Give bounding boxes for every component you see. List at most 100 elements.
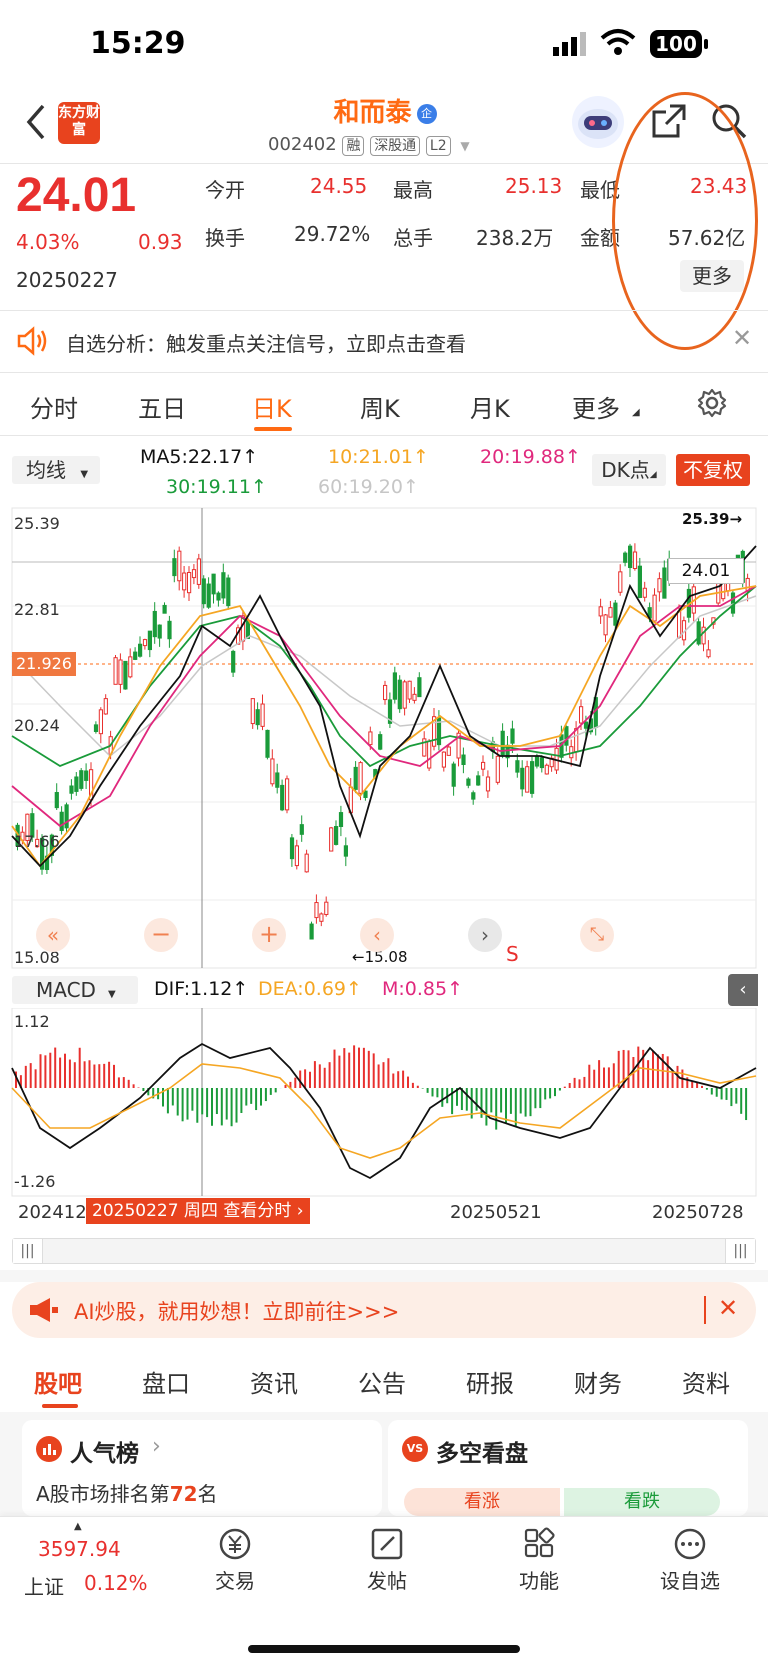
chart-bar-icon bbox=[36, 1436, 62, 1462]
stock-code: 002402 bbox=[268, 134, 337, 155]
candle-body bbox=[324, 901, 329, 916]
post-button[interactable]: 发帖 bbox=[352, 1525, 422, 1594]
index-value[interactable]: 3597.94 bbox=[38, 1537, 121, 1561]
bullish-button[interactable]: 看涨 bbox=[404, 1488, 560, 1516]
scroll-right-button[interactable]: › bbox=[468, 918, 502, 952]
tab-daily-k[interactable]: 日K bbox=[252, 389, 292, 424]
zoom-out-button[interactable]: − bbox=[144, 918, 178, 952]
collapse-panel-button[interactable]: ‹ bbox=[728, 974, 758, 1006]
battery-icon: 100 bbox=[650, 30, 710, 58]
ma30-value: 30:19.11↑ bbox=[166, 476, 267, 498]
index-change: 0.12% bbox=[84, 1571, 148, 1595]
macd-select[interactable]: MACD ▼ bbox=[12, 976, 138, 1004]
content-tab-underline bbox=[42, 1404, 78, 1408]
ma-select[interactable]: 均线 ▼ bbox=[12, 456, 100, 484]
more-caret-icon: ◢ bbox=[632, 407, 640, 418]
caret-down-icon[interactable]: ▼ bbox=[460, 139, 469, 153]
candle-body bbox=[534, 755, 540, 767]
candle-body bbox=[59, 811, 64, 831]
tab-forum[interactable]: 股吧 bbox=[34, 1364, 82, 1399]
candle-body bbox=[583, 721, 589, 729]
sell-signal: S bbox=[506, 942, 519, 966]
tab-finance[interactable]: 财务 bbox=[574, 1364, 622, 1399]
candle-body bbox=[138, 643, 143, 657]
candle-body bbox=[167, 620, 172, 640]
fq-button[interactable]: 不复权 bbox=[676, 454, 750, 486]
period-tabs: 分时 五日 日K 周K 月K 更多 ◢ bbox=[0, 373, 768, 433]
trade-button[interactable]: 交易 bbox=[200, 1525, 270, 1594]
candle-body bbox=[84, 770, 89, 781]
scroll-to-start-button[interactable]: « bbox=[36, 918, 70, 952]
candle-body bbox=[152, 610, 157, 638]
candle-body bbox=[123, 660, 128, 690]
tab-profile[interactable]: 资料 bbox=[682, 1364, 730, 1399]
candle-body bbox=[93, 724, 99, 732]
y-label-top: 25.39 bbox=[14, 514, 60, 533]
stock-title[interactable]: 和而泰 企 bbox=[260, 92, 510, 129]
candle-body bbox=[64, 804, 69, 829]
ad-banner[interactable]: AI炒股，就用妙想！立即前往>>> ✕ bbox=[12, 1282, 756, 1338]
features-button[interactable]: 功能 bbox=[504, 1525, 574, 1594]
tab-research[interactable]: 研报 bbox=[466, 1364, 514, 1399]
candle-body bbox=[481, 761, 486, 770]
bearish-button[interactable]: 看跌 bbox=[564, 1488, 720, 1516]
battery-level: 100 bbox=[650, 30, 702, 58]
candle-body bbox=[250, 698, 255, 725]
bull-bear-card[interactable]: VS 多空看盘 看涨 看跌 bbox=[388, 1420, 748, 1516]
tab-announcements[interactable]: 公告 bbox=[358, 1364, 406, 1399]
range-scrollbar[interactable]: ||| ||| bbox=[12, 1238, 756, 1264]
candle-body bbox=[623, 552, 628, 563]
scroll-left-button[interactable]: ‹ bbox=[360, 918, 394, 952]
fullscreen-button[interactable]: ⤡ bbox=[580, 918, 614, 952]
zoom-in-button[interactable]: + bbox=[252, 918, 286, 952]
label-turnover: 换手 bbox=[205, 226, 245, 250]
candle-body bbox=[329, 827, 334, 852]
dea-value: DEA:0.69↑ bbox=[258, 978, 362, 1000]
candle-body bbox=[74, 776, 79, 792]
trade-label: 交易 bbox=[215, 1569, 255, 1593]
macd-bottom-label: -1.26 bbox=[14, 1172, 56, 1191]
candle-body bbox=[353, 766, 358, 790]
ma-select-label: 均线 bbox=[26, 458, 66, 482]
ma10-value: 10:21.01↑ bbox=[328, 446, 429, 468]
tab-order-book[interactable]: 盘口 bbox=[142, 1364, 190, 1399]
tab-news[interactable]: 资讯 bbox=[250, 1364, 298, 1399]
settings-icon[interactable] bbox=[696, 387, 728, 419]
notice-bar[interactable]: 自选分析：触发重点关注信号，立即点击查看 ✕ bbox=[0, 312, 768, 370]
candle-body bbox=[544, 764, 549, 775]
content-tabs: 股吧 盘口 资讯 公告 研报 财务 资料 bbox=[0, 1350, 768, 1412]
tab-intraday[interactable]: 分时 bbox=[30, 389, 78, 424]
robot-avatar-icon[interactable] bbox=[572, 96, 624, 148]
candle-body bbox=[157, 624, 162, 639]
candle-body bbox=[485, 776, 491, 792]
candle-body bbox=[363, 790, 368, 798]
candle-body bbox=[265, 729, 270, 758]
kline-chart[interactable]: 25.39 22.81 21.926 20.24 17.66 15.08 25.… bbox=[0, 506, 768, 970]
macd-chart[interactable]: 1.12 -1.26 bbox=[0, 1007, 768, 1198]
close-notice-icon[interactable]: ✕ bbox=[732, 324, 752, 352]
value-high: 25.13 bbox=[505, 174, 563, 198]
range-handle-right[interactable]: ||| bbox=[725, 1239, 755, 1263]
candle-body bbox=[133, 651, 138, 660]
candle-body bbox=[417, 677, 422, 698]
popularity-rank: 72 bbox=[169, 1482, 198, 1506]
back-icon[interactable] bbox=[18, 100, 54, 144]
popularity-card[interactable]: 人气榜 › A股市场排名第72名 bbox=[22, 1420, 382, 1516]
tab-five-day[interactable]: 五日 bbox=[138, 389, 186, 424]
range-handle-left[interactable]: ||| bbox=[13, 1239, 43, 1263]
candle-body bbox=[446, 746, 451, 756]
more-dots-icon bbox=[650, 1525, 730, 1565]
vs-icon: VS bbox=[402, 1436, 428, 1462]
tab-monthly-k[interactable]: 月K bbox=[470, 389, 510, 424]
candle-body bbox=[471, 792, 476, 800]
tab-more-period[interactable]: 更多 bbox=[572, 389, 620, 424]
crosshair-date-tag[interactable]: 20250227 周四 查看分时 › bbox=[86, 1198, 310, 1224]
stock-name: 和而泰 bbox=[333, 98, 412, 128]
dk-button[interactable]: DK点◢ bbox=[592, 454, 666, 486]
close-ad-icon[interactable]: ✕ bbox=[718, 1294, 738, 1322]
macd-svg bbox=[11, 1007, 757, 1197]
tab-weekly-k[interactable]: 周K bbox=[360, 389, 400, 424]
index-name: 上证 bbox=[24, 1575, 64, 1599]
ma60-value: 60:19.20↑ bbox=[318, 476, 419, 498]
add-watchlist-button[interactable]: 设自选 bbox=[650, 1525, 730, 1594]
